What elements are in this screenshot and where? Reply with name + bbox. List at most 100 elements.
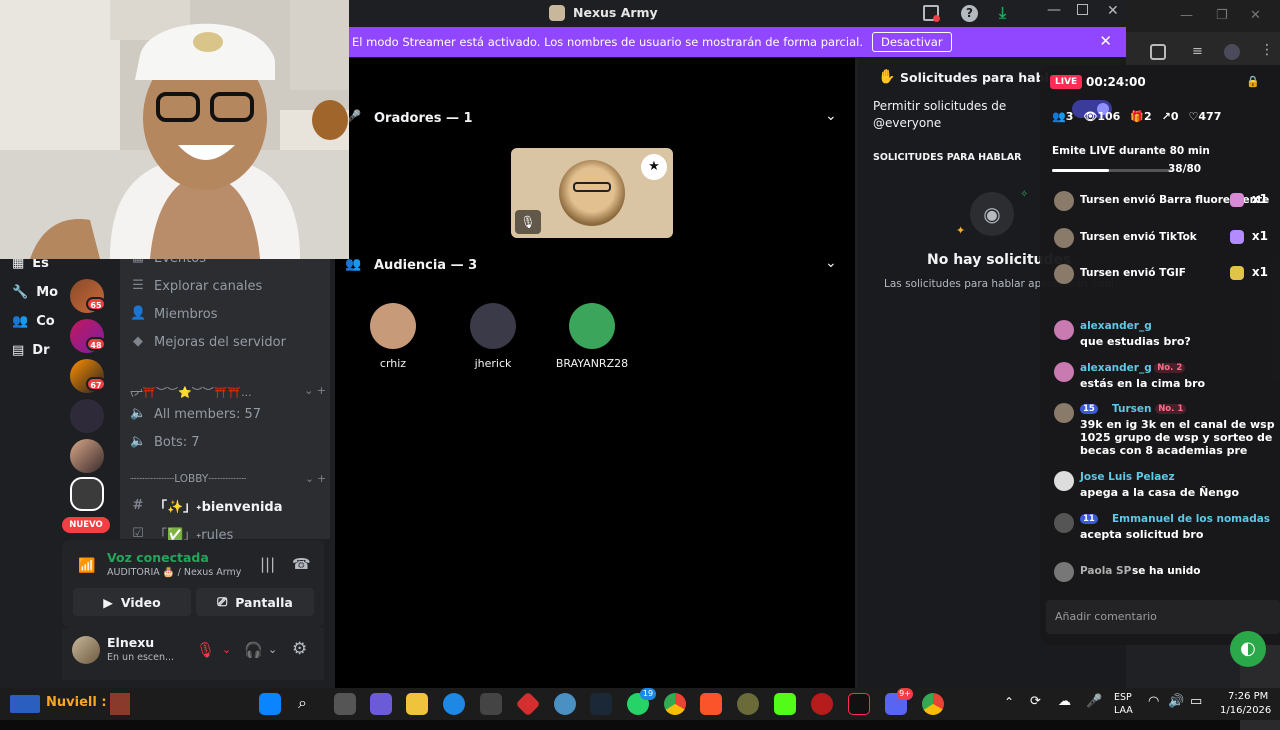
goal-progress-text: 38/80 xyxy=(1168,163,1202,175)
collapse-speakers-icon[interactable]: ⌄ xyxy=(825,108,837,124)
nav-item-dr[interactable]: ▤ Dr xyxy=(12,343,50,358)
restore-icon[interactable]: ❐ xyxy=(1216,8,1228,23)
nav-item-co[interactable]: 👥 Co xyxy=(12,314,55,329)
shares-stat: ↗0 xyxy=(1161,110,1179,123)
maximize-icon[interactable] xyxy=(1077,4,1088,15)
comment-username[interactable]: alexander_g xyxy=(1080,320,1152,332)
more-menu-icon[interactable]: ⋮ xyxy=(1260,42,1274,58)
microphone-icon[interactable]: 🎤 xyxy=(1086,694,1102,709)
audience-member[interactable]: crhiz xyxy=(343,303,443,370)
help-icon[interactable]: ? xyxy=(961,5,978,22)
gift-count: x1 xyxy=(1251,192,1268,206)
chevron-up-icon[interactable]: ⌃ xyxy=(1004,695,1014,709)
profile-avatar[interactable] xyxy=(1224,44,1240,60)
file-explorer-icon[interactable] xyxy=(406,693,428,715)
media-control-icon[interactable]: ≡ xyxy=(1192,44,1203,59)
speaker-icon: 🔈 xyxy=(130,406,147,421)
bots-channel[interactable]: 🔈 Bots: 7 xyxy=(130,434,200,450)
sparkle-icon: ✦ xyxy=(956,224,966,237)
minimize-icon[interactable]: — xyxy=(1180,8,1193,23)
app-red-icon[interactable] xyxy=(515,691,541,717)
chevron-down-icon[interactable]: ⌄ xyxy=(268,643,277,656)
lobby-category[interactable]: ┈┈┈┈┈┈┈LOBBY┈┈┈┈┈┈ ⌄ + xyxy=(130,473,326,485)
clock-time[interactable]: 7:26 PM xyxy=(1228,691,1268,702)
share-icon: ↗ xyxy=(1161,110,1171,123)
comment-input[interactable]: Añadir comentario xyxy=(1046,600,1280,634)
gift-icon xyxy=(1230,193,1244,207)
audience-member-name: jherick xyxy=(474,357,512,370)
store-icon[interactable] xyxy=(480,693,502,715)
volume-icon[interactable]: 🔊 xyxy=(1168,694,1184,709)
disconnect-icon[interactable]: ☎ xyxy=(292,555,311,573)
add-channel-icon[interactable]: ⌄ + xyxy=(304,384,326,397)
close-icon[interactable]: ✕ xyxy=(1107,3,1119,19)
inbox-icon[interactable] xyxy=(923,5,940,22)
steam-icon[interactable] xyxy=(590,693,612,715)
minimize-icon[interactable]: — xyxy=(1047,2,1061,18)
python-icon[interactable] xyxy=(554,693,576,715)
edge-icon[interactable] xyxy=(443,693,465,715)
comment-username[interactable]: Jose Luis Pelaez xyxy=(1080,471,1175,483)
wifi-icon[interactable]: ◠ xyxy=(1148,694,1159,709)
battery-icon[interactable]: ▭ xyxy=(1190,694,1202,709)
nav-item-mo[interactable]: 🔧 Mo xyxy=(12,285,58,300)
comment-text: 39k en ig 3k en el canal de wsp 1025 gru… xyxy=(1080,418,1275,458)
chrome-icon[interactable] xyxy=(664,693,686,715)
muted-mic-icon[interactable]: 🎙 xyxy=(196,641,215,659)
headphones-icon[interactable]: 🎧 xyxy=(244,641,263,659)
game-thumbnail[interactable] xyxy=(110,693,130,715)
avatar[interactable] xyxy=(72,636,100,664)
server-icon-5[interactable] xyxy=(70,439,104,473)
comment-username[interactable]: Tursen xyxy=(1112,403,1152,415)
audience-member[interactable]: jherick xyxy=(443,303,543,370)
members-item[interactable]: 👤 Miembros xyxy=(130,306,218,322)
app-olive-icon[interactable] xyxy=(737,693,759,715)
add-channel-icon[interactable]: ⌄ + xyxy=(305,473,326,485)
kick-icon[interactable] xyxy=(774,693,796,715)
floating-action-icon[interactable]: ◐ xyxy=(1230,631,1266,667)
video-button[interactable]: ▶ Video xyxy=(73,588,191,616)
comment-username[interactable]: alexander_g xyxy=(1080,362,1152,374)
all-members-channel[interactable]: 🔈 All members: 57 xyxy=(130,406,261,422)
language-code[interactable]: ESP xyxy=(1114,692,1132,703)
avatar xyxy=(1054,191,1074,211)
audience-member[interactable]: BRAYANRZ28 xyxy=(542,303,642,370)
collapse-audience-icon[interactable]: ⌄ xyxy=(825,255,837,271)
live-badge: LIVE xyxy=(1050,75,1083,89)
disable-streamer-button[interactable]: Desactivar xyxy=(871,32,952,52)
comment-username[interactable]: Emmanuel de los nomadas xyxy=(1112,513,1270,525)
clock-date[interactable]: 1/16/2026 xyxy=(1220,705,1271,716)
language-layout[interactable]: LAA xyxy=(1114,705,1133,716)
task-view-icon[interactable] xyxy=(334,693,356,715)
search-icon[interactable]: ⌕ xyxy=(298,693,307,713)
app-record-icon[interactable] xyxy=(811,693,833,715)
lock-icon[interactable]: 🔒 xyxy=(1246,75,1260,88)
server-icon-current[interactable] xyxy=(70,477,104,511)
copilot-icon[interactable] xyxy=(370,693,392,715)
sync-icon[interactable]: ⟳ xyxy=(1030,694,1041,709)
cloud-icon[interactable]: ☁ xyxy=(1058,694,1071,709)
category-header[interactable]: ᡕᠵ᠊ᡃ⛩️︶︶⭐︶︶⛩️⛩️... ⌄ + xyxy=(130,381,326,400)
rank-badge: No. 2 xyxy=(1154,363,1186,373)
windows-start-icon[interactable] xyxy=(259,693,281,715)
settings-gear-icon[interactable]: ⚙ xyxy=(292,639,307,659)
voice-channel-name[interactable]: AUDITORIA 🎂 / Nexus Army xyxy=(107,567,241,578)
server-icon-4[interactable] xyxy=(70,399,104,433)
close-banner-icon[interactable]: ✕ xyxy=(1099,32,1112,50)
chevron-down-icon[interactable]: ⌄ xyxy=(222,643,231,656)
server-boosts-item[interactable]: ◆ Mejoras del servidor xyxy=(130,334,286,350)
chrome-profile-icon[interactable] xyxy=(922,693,944,715)
tiktok-icon[interactable] xyxy=(848,693,870,715)
users-icon: 👥 xyxy=(1052,110,1066,123)
screen-share-button[interactable]: ⎚ Pantalla xyxy=(196,588,314,616)
extensions-icon[interactable] xyxy=(1150,44,1166,60)
sparkle-icon: ✧ xyxy=(1020,189,1029,200)
soundboard-icon[interactable]: ||| xyxy=(260,555,275,573)
brave-icon[interactable] xyxy=(700,693,722,715)
game-app-icon[interactable] xyxy=(10,695,40,713)
close-icon[interactable]: ✕ xyxy=(1250,8,1261,23)
welcome-channel[interactable]: # 「✨」˖bienvenida xyxy=(130,496,283,516)
explore-channels-item[interactable]: ☰ Explorar canales xyxy=(130,278,262,294)
speaker-tile[interactable]: ★ 🎙 xyxy=(511,148,673,238)
download-icon[interactable]: ⤓ xyxy=(999,3,1006,23)
